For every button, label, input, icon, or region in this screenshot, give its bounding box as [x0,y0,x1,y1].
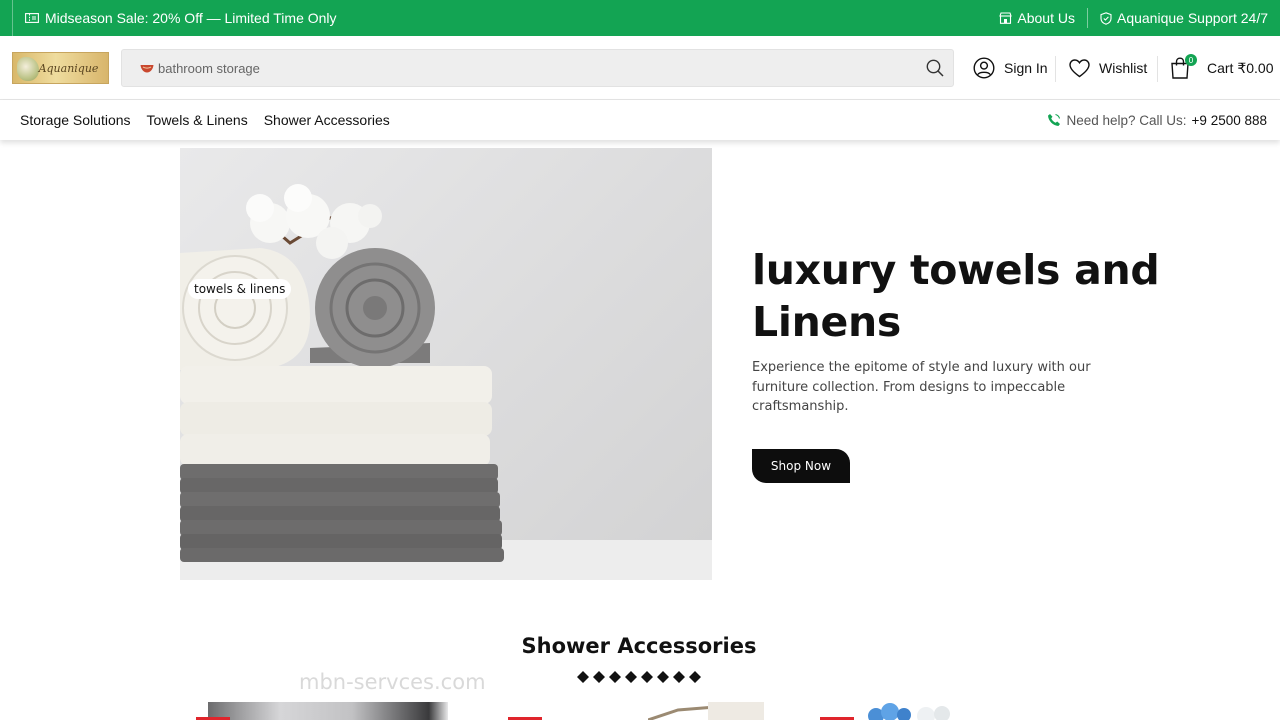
help-text: Need help? Call Us: [1066,112,1187,128]
product-image [648,702,764,720]
cart-icon-wrap: 0 [1170,54,1197,79]
ticket-icon [25,13,39,23]
nav-link-storage-solutions[interactable]: Storage Solutions [20,112,131,128]
wishlist-label: Wishlist [1099,60,1148,76]
site-logo[interactable]: Aquanique [12,52,109,84]
logo-leaf-icon [17,57,39,81]
help-contact[interactable]: Need help? Call Us: +9 2500 888 [1047,100,1267,140]
promo-message: Midseason Sale: 20% Off — Limited Time O… [12,0,337,36]
cart-button[interactable]: 0 Cart ₹0.00 [1170,52,1274,84]
main-nav: Storage Solutions Towels & Linens Shower… [0,100,1280,140]
user-icon [973,57,995,79]
about-us-label: About Us [1017,10,1075,26]
logo-text: Aquanique [38,61,99,75]
shop-now-button[interactable]: Shop Now [752,449,850,483]
store-icon [999,12,1013,24]
product-image [208,702,448,720]
wishlist-button[interactable]: Wishlist [1069,52,1147,84]
search-bar [121,49,954,87]
product-image [868,703,950,720]
sign-in-label: Sign In [1004,60,1048,76]
grey-towel-roll-icon [310,248,435,368]
hero-image: towels & linens [180,148,712,580]
white-towel-stack-icon [180,366,492,466]
white-towel-roll-icon [180,248,310,370]
phone-icon [1048,113,1061,126]
hero-description: Experience the epitome of style and luxu… [752,360,1091,414]
heart-icon [1069,58,1090,77]
promo-bar: Midseason Sale: 20% Off — Limited Time O… [0,0,1280,36]
nav-link-towels-linens[interactable]: Towels & Linens [147,112,248,128]
search-input[interactable] [158,53,898,83]
hero-title: luxury towels and Linens [752,246,1160,346]
diamond-divider-icon [577,671,701,683]
site-header: Aquanique Sign In Wishlist 0 Cart ₹0.00 [0,36,1280,100]
promo-text: Midseason Sale: 20% Off — Limited Time O… [45,10,337,26]
shield-icon [1100,11,1112,25]
cotton-flowers-icon [246,184,382,259]
cart-count-badge: 0 [1185,54,1197,66]
about-us-link[interactable]: About Us [987,10,1087,26]
cart-label: Cart ₹0.00 [1207,59,1274,76]
sign-in-button[interactable]: Sign In [973,52,1048,84]
search-icon[interactable] [925,58,945,78]
help-phone: +9 2500 888 [1191,112,1267,128]
watermark-text: mbn-servces.com [299,670,486,694]
nav-link-shower-accessories[interactable]: Shower Accessories [264,112,390,128]
product-card-2[interactable] [508,702,764,720]
towels-photo [180,184,712,580]
product-card-1[interactable] [196,702,452,720]
product-card-3[interactable] [820,702,1076,720]
header-divider [1055,56,1056,82]
section-title: Shower Accessories [521,634,757,658]
support-label: Aquanique Support 24/7 [1116,10,1268,26]
grey-sheet-stack-icon [180,464,504,562]
header-divider [1157,56,1158,82]
support-link[interactable]: Aquanique Support 24/7 [1088,10,1268,26]
bowl-icon [140,64,154,72]
image-category-tag[interactable]: towels & linens [188,279,292,299]
